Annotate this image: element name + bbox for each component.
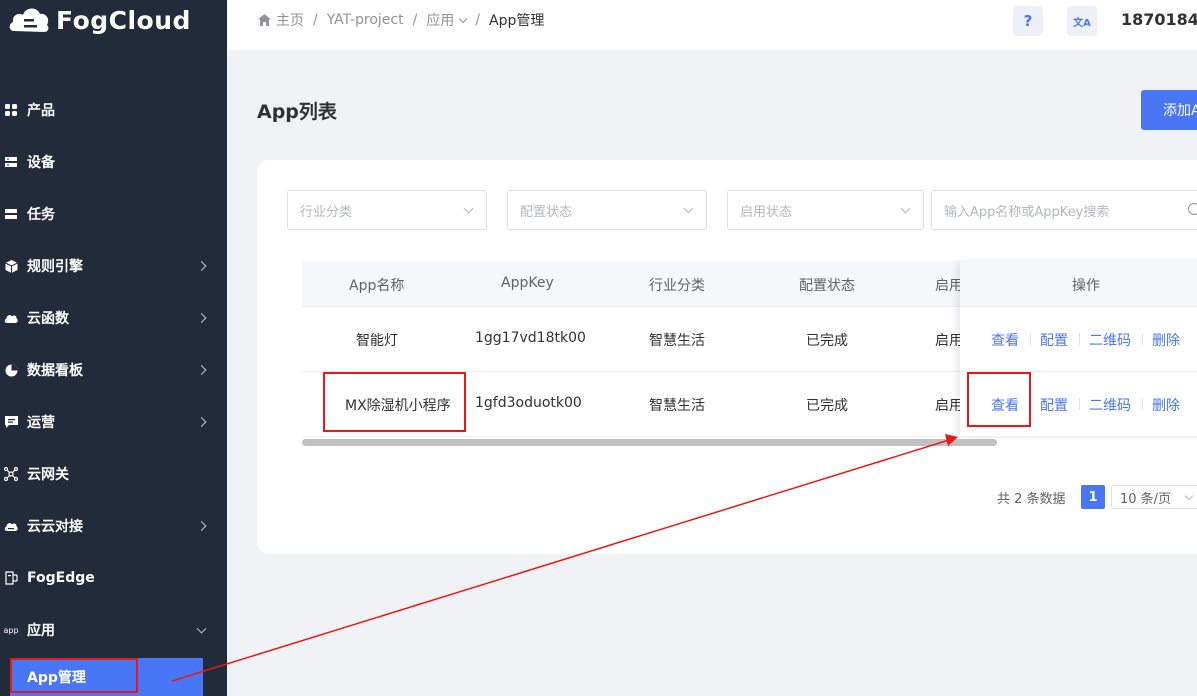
annotation-arrow	[171, 434, 958, 682]
